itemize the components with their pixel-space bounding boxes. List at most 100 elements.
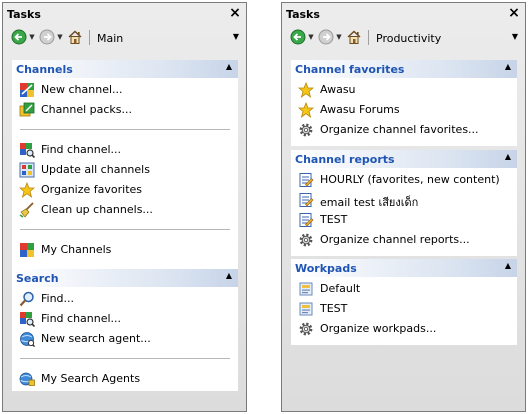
star-icon	[298, 82, 314, 98]
report-icon	[298, 172, 314, 188]
group-header-label: Channel reports	[295, 153, 395, 166]
broom-icon	[19, 202, 35, 218]
back-arrow-icon	[11, 29, 27, 45]
close-button[interactable]: ×	[507, 6, 521, 20]
toolbar-separator	[89, 30, 90, 45]
organize-favorites-link[interactable]: Organize favorites	[12, 180, 238, 200]
magnifier-icon	[19, 291, 35, 307]
tasks-panel-productivity: Tasks × ▼ ▼ Productivity ▼ Channel favor…	[281, 2, 526, 412]
back-arrow-icon	[290, 29, 306, 45]
home-icon	[67, 29, 83, 45]
find-channel-link[interactable]: Find channel...	[12, 140, 238, 160]
back-dropdown-button[interactable]: ▼	[28, 29, 36, 45]
report-icon	[298, 192, 314, 208]
channel-favorites-group: Channel favorites ▲ Awasu Awasu Forums O…	[291, 60, 517, 146]
report-item[interactable]: TEST	[291, 210, 517, 230]
my-channels-icon	[19, 242, 35, 258]
workpad-item[interactable]: Default	[291, 279, 517, 299]
clean-up-channels-link[interactable]: Clean up channels...	[12, 200, 238, 220]
item-label: Organize favorites	[41, 183, 143, 196]
report-item[interactable]: email test เสียงเด็ก	[291, 190, 517, 210]
workpad-icon	[298, 301, 314, 317]
item-label: Channel packs...	[41, 103, 133, 116]
item-label: Awasu Forums	[320, 103, 400, 116]
favorite-item[interactable]: Awasu Forums	[291, 100, 517, 120]
page-select[interactable]: Productivity ▼	[372, 28, 521, 47]
close-icon: ×	[508, 5, 520, 21]
collapse-up-icon[interactable]: ▲	[505, 62, 511, 71]
chevron-down-icon: ▼	[336, 33, 342, 41]
forward-button[interactable]	[39, 29, 55, 45]
item-label: New search agent...	[41, 332, 151, 345]
new-channel-link[interactable]: New channel...	[12, 80, 238, 100]
collapse-up-icon[interactable]: ▲	[505, 152, 511, 161]
item-label: Update all channels	[41, 163, 150, 176]
back-dropdown-button[interactable]: ▼	[307, 29, 315, 45]
channel-packs-link[interactable]: Channel packs...	[12, 100, 238, 120]
workpads-group-header[interactable]: Workpads ▲	[291, 259, 517, 277]
divider	[20, 229, 230, 230]
channel-favorites-group-header[interactable]: Channel favorites ▲	[291, 60, 517, 78]
my-search-agents-link[interactable]: My Search Agents	[12, 369, 238, 389]
item-label: Organize workpads...	[320, 322, 437, 335]
search-group-body: Find... Find channel... New search agent…	[12, 287, 238, 391]
item-label: Default	[320, 282, 361, 295]
item-label: My Search Agents	[41, 372, 141, 385]
forward-arrow-icon	[318, 29, 334, 45]
item-label: Find channel...	[41, 312, 122, 325]
channel-reports-group: Channel reports ▲ HOURLY (favorites, new…	[291, 150, 517, 256]
close-button[interactable]: ×	[228, 6, 242, 20]
item-label: TEST	[320, 302, 348, 315]
search-agents-icon	[19, 371, 35, 387]
item-label: My Channels	[41, 243, 112, 256]
new-channel-icon	[19, 82, 35, 98]
item-label: email test เสียงเด็ก	[320, 196, 419, 209]
close-icon: ×	[229, 5, 241, 21]
page-select[interactable]: Main ▼	[93, 28, 242, 47]
channel-reports-group-header[interactable]: Channel reports ▲	[291, 150, 517, 168]
item-label: HOURLY (favorites, new content)	[320, 173, 500, 186]
channels-group-body: New channel... Channel packs... Find cha…	[12, 78, 238, 281]
item-label: Organize channel reports...	[320, 233, 470, 246]
item-label: Clean up channels...	[41, 203, 153, 216]
forward-arrow-icon	[39, 29, 55, 45]
tasks-panel-main: Tasks × ▼ ▼ Main ▼ Channels ▲ New channe…	[2, 2, 247, 412]
forward-dropdown-button[interactable]: ▼	[335, 29, 343, 45]
home-button[interactable]	[346, 29, 362, 45]
collapse-up-icon[interactable]: ▲	[505, 261, 511, 270]
channels-group-header[interactable]: Channels ▲	[12, 60, 238, 78]
panel-toolbar: ▼ ▼ Productivity ▼	[286, 25, 521, 49]
channel-reports-group-body: HOURLY (favorites, new content) email te…	[291, 168, 517, 256]
favorite-item[interactable]: Awasu	[291, 80, 517, 100]
star-icon	[298, 102, 314, 118]
workpad-icon	[298, 281, 314, 297]
group-header-label: Workpads	[295, 262, 357, 275]
new-search-agent-link[interactable]: New search agent...	[12, 329, 238, 349]
group-header-label: Search	[16, 272, 59, 285]
organize-workpads-link[interactable]: Organize workpads...	[291, 319, 517, 339]
my-channels-link[interactable]: My Channels	[12, 240, 238, 260]
chevron-down-icon: ▼	[232, 32, 239, 41]
forward-button[interactable]	[318, 29, 334, 45]
organize-channel-favorites-link[interactable]: Organize channel favorites...	[291, 120, 517, 140]
panel-titlebar: Tasks ×	[3, 3, 246, 25]
item-label: Find...	[41, 292, 75, 305]
gear-icon	[298, 321, 314, 337]
organize-channel-reports-link[interactable]: Organize channel reports...	[291, 230, 517, 250]
workpad-item[interactable]: TEST	[291, 299, 517, 319]
find-link[interactable]: Find...	[12, 289, 238, 309]
search-group-header[interactable]: Search ▲	[12, 269, 238, 287]
update-all-channels-link[interactable]: Update all channels	[12, 160, 238, 180]
item-label: Awasu	[320, 83, 356, 96]
back-button[interactable]	[290, 29, 306, 45]
back-button[interactable]	[11, 29, 27, 45]
find-channel-link[interactable]: Find channel...	[12, 309, 238, 329]
collapse-up-icon[interactable]: ▲	[226, 271, 232, 280]
group-header-label: Channels	[16, 63, 73, 76]
home-button[interactable]	[67, 29, 83, 45]
home-icon	[346, 29, 362, 45]
forward-dropdown-button[interactable]: ▼	[56, 29, 64, 45]
report-item[interactable]: HOURLY (favorites, new content)	[291, 170, 517, 190]
panel-toolbar: ▼ ▼ Main ▼	[7, 25, 242, 49]
collapse-up-icon[interactable]: ▲	[226, 62, 232, 71]
